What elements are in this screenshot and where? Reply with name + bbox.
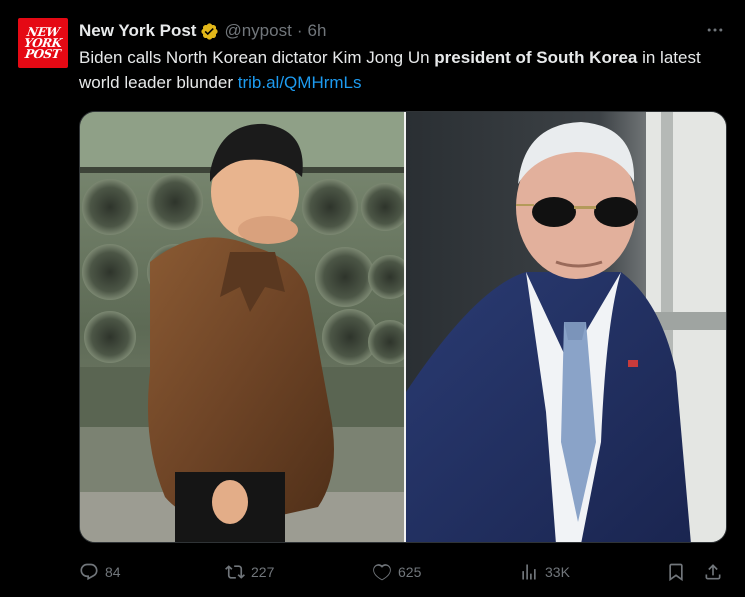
reply-icon	[80, 563, 98, 581]
tweet-text: Biden calls North Korean dictator Kim Jo…	[79, 45, 729, 95]
tweet-link[interactable]: trib.al/QMHrmLs	[238, 73, 362, 92]
avatar[interactable]: NEW YORK POST	[18, 18, 68, 68]
reply-button[interactable]: 84	[79, 556, 121, 588]
kim-jong-un-photo[interactable]	[80, 112, 404, 543]
separator-dot: ·	[296, 21, 303, 40]
share-button[interactable]	[703, 556, 723, 588]
avatar-line-3: POST	[24, 46, 62, 61]
tweet-header: New York Post @nypost · 6h	[79, 19, 326, 43]
like-count: 625	[398, 564, 422, 580]
bookmark-button[interactable]	[666, 556, 686, 588]
tweet-text-start: Biden calls North Korean dictator Kim Jo…	[79, 48, 435, 67]
more-options-icon[interactable]	[703, 20, 727, 40]
share-icon	[705, 564, 721, 580]
like-button[interactable]: 625	[372, 556, 421, 588]
repost-icon	[225, 565, 245, 579]
heart-icon	[373, 564, 391, 581]
media-grid[interactable]	[79, 111, 727, 543]
handle[interactable]: @nypost	[224, 21, 291, 41]
verified-badge-icon[interactable]	[200, 22, 219, 41]
timestamp[interactable]: 6h	[308, 21, 327, 41]
joe-biden-photo[interactable]	[406, 112, 727, 543]
bookmark-icon	[669, 563, 683, 582]
repost-button[interactable]: 227	[225, 556, 274, 588]
tweet-text-bold: president of South Korea	[434, 48, 638, 67]
repost-count: 227	[251, 564, 275, 580]
views-button[interactable]: 33K	[519, 556, 570, 588]
action-bar: 84 227 625 33K	[79, 556, 729, 588]
views-icon	[522, 564, 536, 580]
tweet[interactable]: NEW YORK POST New York Post @nypost · 6h…	[0, 0, 745, 597]
reply-count: 84	[105, 564, 121, 580]
views-count: 33K	[545, 564, 570, 580]
display-name[interactable]: New York Post	[79, 21, 196, 41]
